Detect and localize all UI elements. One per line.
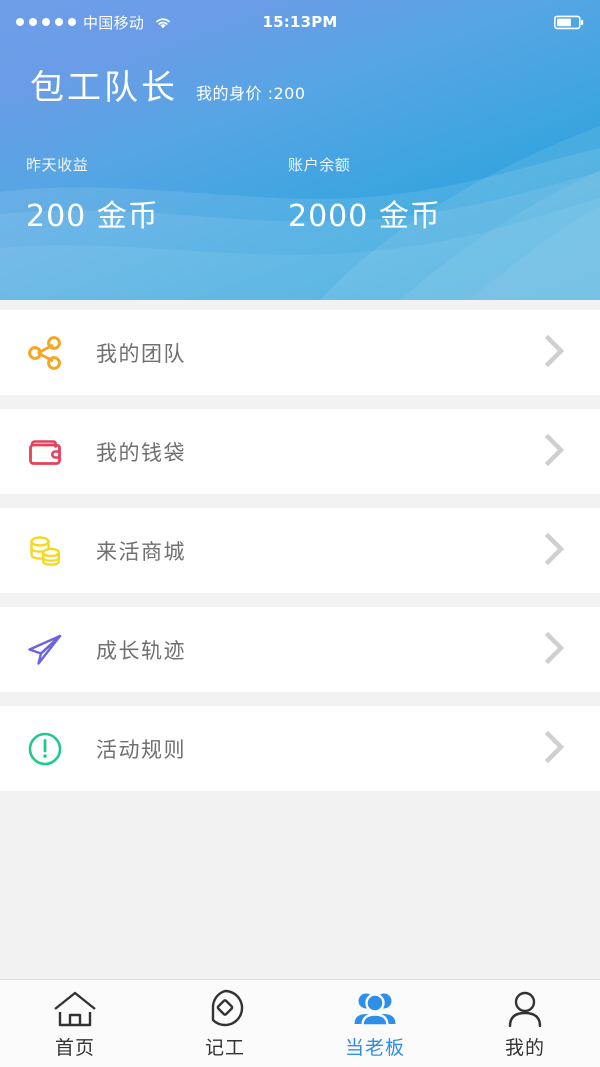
- tab-work-log[interactable]: 记工: [150, 980, 300, 1067]
- status-bar: 中国移动 15:13PM: [0, 0, 600, 44]
- menu-item-label: 来活商城: [96, 539, 186, 564]
- tab-profile[interactable]: 我的: [450, 980, 600, 1067]
- menu-item-my-wallet[interactable]: 我的钱袋: [0, 409, 600, 494]
- home-icon: [52, 988, 98, 1028]
- stat-value: 2000 金币: [288, 199, 441, 234]
- stat-value: 200 金币: [26, 199, 159, 234]
- chevron-right-icon: [544, 631, 566, 669]
- paper-plane-icon: [22, 627, 68, 673]
- tab-label: 当老板: [344, 1036, 405, 1059]
- header-banner: 中国移动 15:13PM 包工队长 我的身价 :200 昨天收益 200 金币: [0, 0, 600, 300]
- stat-label: 账户余额: [288, 156, 351, 174]
- chevron-right-icon: [544, 334, 566, 372]
- exclamation-circle-icon: [22, 726, 68, 772]
- tag-diamond-icon: [204, 988, 246, 1028]
- battery-icon: [554, 15, 584, 29]
- status-bar-left: 中国移动: [16, 12, 173, 33]
- tab-label: 我的: [504, 1036, 545, 1059]
- tab-label: 记工: [204, 1036, 245, 1059]
- stat-label: 昨天收益: [26, 156, 89, 174]
- signal-strength-dots: [16, 18, 76, 26]
- person-icon: [504, 988, 546, 1028]
- menu-item-my-team[interactable]: 我的团队: [0, 310, 600, 395]
- menu-item-growth-track[interactable]: 成长轨迹: [0, 607, 600, 692]
- wallet-icon: [22, 429, 68, 475]
- coins-stack-icon: [22, 528, 68, 574]
- menu-item-label: 我的钱袋: [96, 440, 186, 465]
- tab-home[interactable]: 首页: [0, 980, 150, 1067]
- page-title: 包工队长: [30, 68, 178, 108]
- status-bar-right: [554, 15, 584, 30]
- share-nodes-icon: [22, 330, 68, 376]
- chevron-right-icon: [544, 532, 566, 570]
- stat-yesterday-earnings: 昨天收益 200 金币: [26, 154, 288, 235]
- menu-item-label: 我的团队: [96, 341, 186, 366]
- title-row: 包工队长 我的身价 :200: [0, 44, 600, 109]
- carrier-name: 中国移动: [83, 13, 145, 32]
- tab-label: 首页: [54, 1036, 95, 1059]
- menu-list: 我的团队 我的钱袋 来活商城 成长轨迹 活动规则: [0, 310, 600, 791]
- wifi-icon: [156, 17, 171, 28]
- menu-item-mall[interactable]: 来活商城: [0, 508, 600, 593]
- chevron-right-icon: [544, 730, 566, 768]
- stats-summary: 昨天收益 200 金币 账户余额 2000 金币: [0, 109, 600, 235]
- menu-item-label: 成长轨迹: [96, 638, 186, 663]
- tab-be-boss[interactable]: 当老板: [300, 980, 450, 1067]
- chevron-right-icon: [544, 433, 566, 471]
- group-users-icon: [351, 988, 399, 1028]
- bottom-tab-bar: 首页 记工 当老板 我的: [0, 979, 600, 1067]
- stat-account-balance: 账户余额 2000 金币: [288, 154, 550, 235]
- menu-item-label: 活动规则: [96, 737, 186, 762]
- menu-item-activity-rules[interactable]: 活动规则: [0, 706, 600, 791]
- my-worth-label: 我的身价 :200: [196, 84, 306, 103]
